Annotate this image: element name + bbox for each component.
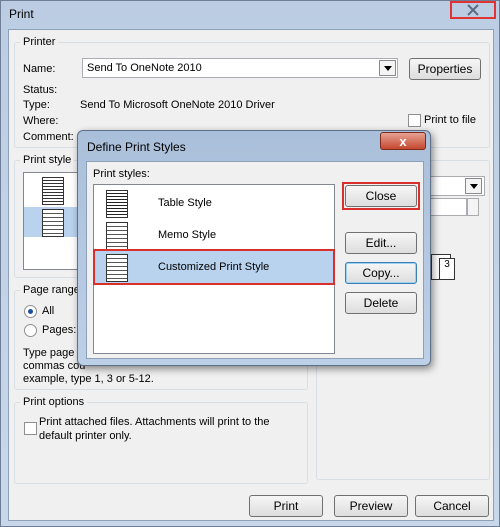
- close-icon: [467, 4, 479, 16]
- printer-group-label: Printer: [20, 36, 59, 48]
- print-attached-files-line1: Print attached files. Attachments will p…: [39, 416, 270, 428]
- collate-page-3: 3: [439, 258, 455, 280]
- print-to-file-label: Print to file: [424, 114, 476, 126]
- edit-button[interactable]: Edit...: [345, 232, 417, 254]
- name-label: Name:: [23, 63, 56, 75]
- copy-button[interactable]: Copy...: [345, 262, 417, 284]
- print-to-file-checkbox[interactable]: [408, 114, 421, 127]
- copies-spinner[interactable]: [467, 198, 479, 216]
- chevron-down-icon: [383, 65, 392, 71]
- list-item-table-style[interactable]: Table Style: [94, 187, 334, 221]
- pages-radio[interactable]: [24, 324, 37, 337]
- where-label: Where:: [23, 115, 59, 127]
- list-item-memo-style[interactable]: Memo Style: [94, 219, 334, 253]
- table-style-page: [106, 190, 128, 218]
- window-close-button[interactable]: [450, 1, 496, 19]
- type-label: Type:: [23, 99, 50, 111]
- printer-dropdown-button[interactable]: [379, 60, 396, 76]
- print-options-group-label: Print options: [20, 396, 88, 408]
- print-style-group-label: Print style: [20, 154, 75, 166]
- comment-label: Comment:: [23, 131, 74, 143]
- print-styles-label: Print styles:: [93, 168, 150, 180]
- close-icon: x: [399, 133, 407, 149]
- memo-style-page: [106, 222, 128, 250]
- copies-spin-input[interactable]: [429, 198, 467, 216]
- memo-style-icon: [104, 222, 130, 250]
- all-pages-label: All: [42, 305, 55, 317]
- type-value: Send To Microsoft OneNote 2010 Driver: [80, 99, 275, 111]
- table-style-icon: [42, 177, 64, 205]
- selected-row-highlight: [93, 249, 335, 285]
- memo-style-icon: [42, 209, 64, 237]
- pages-label: Pages:: [42, 324, 77, 336]
- chevron-down-icon: [469, 183, 478, 189]
- style-label-memo: Memo Style: [158, 229, 217, 241]
- style-dropdown-button[interactable]: [465, 178, 482, 194]
- page-range-help-line2: commas cou: [23, 360, 86, 372]
- all-pages-radio[interactable]: [24, 305, 37, 318]
- page-range-help-line1: Type page n: [23, 347, 84, 359]
- status-label: Status:: [23, 84, 58, 96]
- page-range-help-line3: example, type 1, 3 or 5-12.: [23, 373, 154, 385]
- delete-button[interactable]: Delete: [345, 292, 417, 314]
- define-print-styles-dialog: Define Print Styles x Print styles: Tabl…: [77, 130, 431, 366]
- print-attached-files-line2: default printer only.: [39, 430, 132, 442]
- style-label-table: Table Style: [158, 197, 212, 209]
- properties-button[interactable]: Properties: [409, 58, 481, 80]
- dialog-close-button[interactable]: x: [380, 132, 426, 150]
- print-options-group: [14, 402, 308, 484]
- page-range-group-label: Page range: [20, 284, 83, 296]
- table-style-icon: [104, 190, 130, 218]
- window-title: Print: [9, 7, 34, 21]
- dialog-client-area: Print styles: Table Style Memo Style Cus…: [86, 161, 424, 359]
- print-attached-files-checkbox[interactable]: [24, 422, 37, 435]
- printer-name-value: Send To OneNote 2010: [87, 62, 202, 74]
- print-style-list[interactable]: [23, 172, 79, 270]
- collate-page-number: 3: [444, 259, 450, 270]
- print-button[interactable]: Print: [249, 495, 323, 517]
- preview-button[interactable]: Preview: [334, 495, 408, 517]
- printer-name-select[interactable]: Send To OneNote 2010: [82, 58, 398, 78]
- dialog-title: Define Print Styles: [87, 140, 186, 154]
- cancel-button[interactable]: Cancel: [415, 495, 489, 517]
- close-button-highlight: [342, 182, 420, 210]
